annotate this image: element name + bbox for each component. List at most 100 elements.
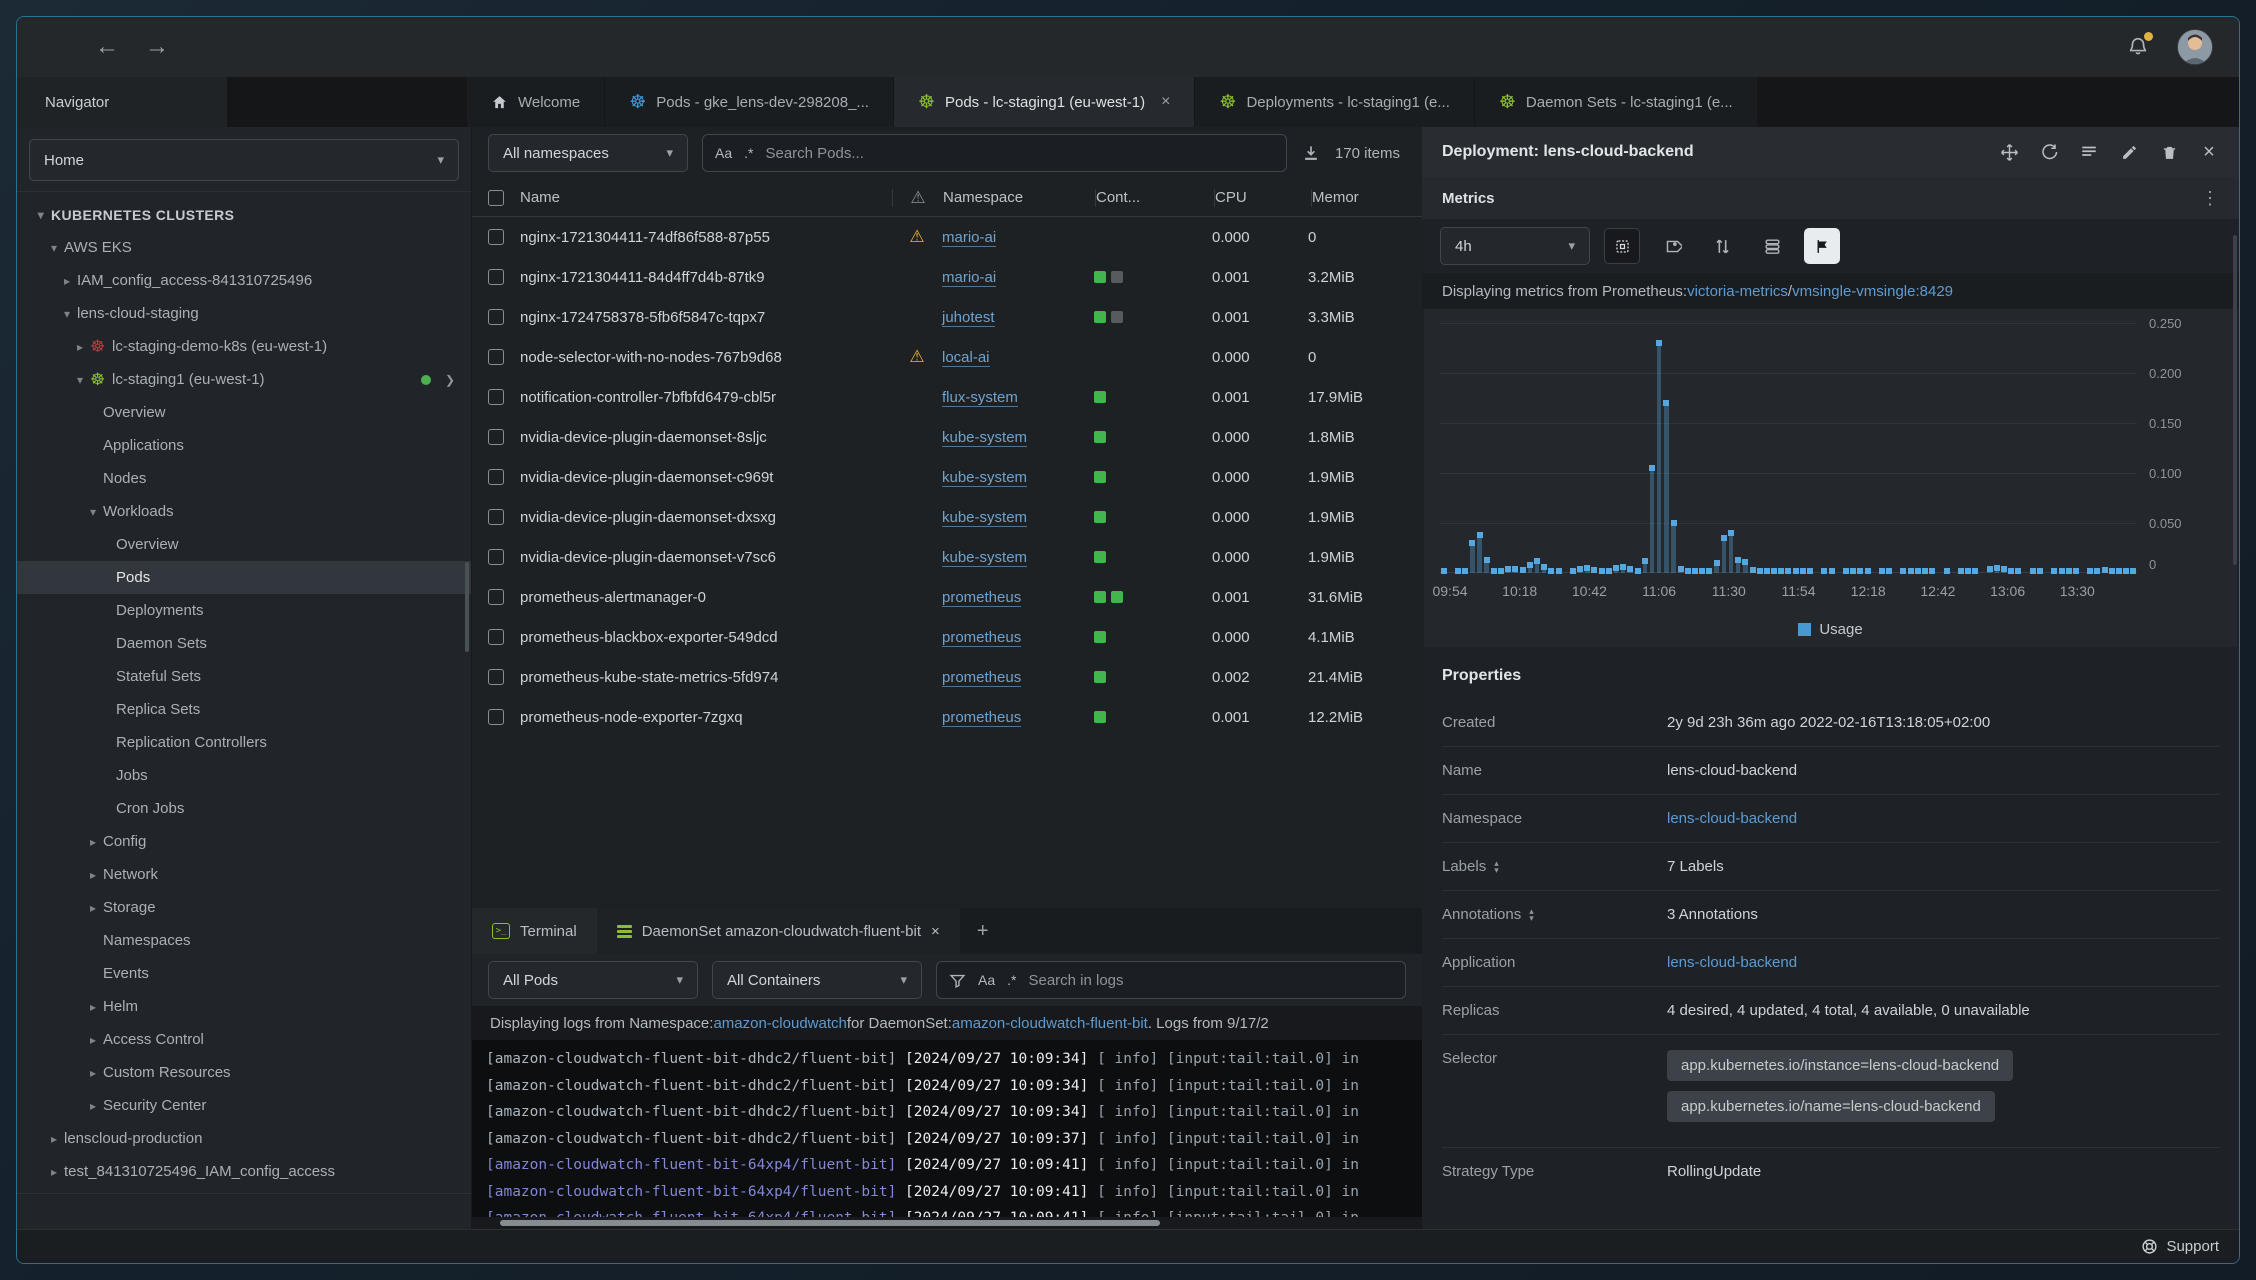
- sidebar-item-deployments[interactable]: Deployments: [17, 594, 471, 627]
- sidebar-item-storage[interactable]: ▸ Storage: [17, 891, 471, 924]
- tab-pods-lc-staging1-eu-west-1-[interactable]: ☸ Pods - lc-staging1 (eu-west-1) ×: [893, 77, 1196, 127]
- table-row[interactable]: nvidia-device-plugin-daemonset-8sljc kube…: [472, 417, 1422, 457]
- namespace-link[interactable]: prometheus: [942, 708, 1022, 727]
- tab-welcome[interactable]: Welcome: [467, 77, 606, 127]
- support-button[interactable]: Support: [2166, 1238, 2219, 1255]
- property-value-link[interactable]: lens-cloud-backend: [1667, 810, 2219, 827]
- row-checkbox[interactable]: [488, 549, 504, 565]
- column-header-name[interactable]: Name: [520, 189, 892, 206]
- download-icon[interactable]: [1301, 143, 1321, 163]
- table-row[interactable]: nvidia-device-plugin-daemonset-v7sc6 kube…: [472, 537, 1422, 577]
- close-tab-icon[interactable]: ×: [931, 923, 940, 940]
- sidebar-item-test-841310725496-iam-config-a[interactable]: ▸ test_841310725496_IAM_config_access: [17, 1155, 471, 1188]
- namespace-link[interactable]: kube-system: [942, 428, 1028, 447]
- table-row[interactable]: nginx-1724758378-5fb6f5847c-tqpx7 juhotes…: [472, 297, 1422, 337]
- sidebar-item-nodes[interactable]: Nodes: [17, 462, 471, 495]
- row-checkbox[interactable]: [488, 509, 504, 525]
- dock-tab-logs[interactable]: DaemonSet amazon-cloudwatch-fluent-bit ×: [596, 908, 960, 954]
- namespace-link[interactable]: juhotest: [942, 308, 995, 327]
- back-arrow-icon[interactable]: ←: [95, 33, 119, 61]
- column-header-cpu[interactable]: CPU: [1215, 189, 1311, 206]
- select-all-checkbox[interactable]: [488, 189, 504, 206]
- table-row[interactable]: prometheus-node-exporter-7zgxq prometheus…: [472, 697, 1422, 737]
- detail-scrollbar[interactable]: [2233, 235, 2237, 565]
- sidebar-item-pods[interactable]: Pods: [17, 561, 471, 594]
- warning-column-icon[interactable]: ⚠: [910, 188, 925, 207]
- row-checkbox[interactable]: [488, 429, 504, 445]
- column-header-memory[interactable]: Memor: [1312, 189, 1422, 206]
- containers-filter-select[interactable]: All Containers ▾: [712, 961, 922, 999]
- disk-stack-icon[interactable]: [1754, 228, 1790, 264]
- sidebar-item-lc-staging1-eu-west-1-[interactable]: ▾ ☸ lc-staging1 (eu-west-1) ❯: [17, 363, 471, 396]
- namespace-link[interactable]: prometheus: [942, 588, 1022, 607]
- dock-tab-terminal[interactable]: >_ Terminal: [472, 908, 597, 954]
- row-checkbox[interactable]: [488, 309, 504, 325]
- kebab-menu-icon[interactable]: ⋮: [2201, 188, 2219, 209]
- regex-icon[interactable]: .*: [744, 145, 753, 161]
- row-checkbox[interactable]: [488, 389, 504, 405]
- namespace-link[interactable]: local-ai: [942, 348, 990, 367]
- logs-search-input[interactable]: Aa .* Search in logs: [936, 961, 1406, 999]
- table-row[interactable]: node-selector-with-no-nodes-767b9d68 ⚠ loc…: [472, 337, 1422, 377]
- tag-metric-icon[interactable]: [1654, 228, 1690, 264]
- sidebar-item-lc-staging-demo-k8s-eu-west-1-[interactable]: ▸ ☸ lc-staging-demo-k8s (eu-west-1): [17, 330, 471, 363]
- sidebar-item-stateful-sets[interactable]: Stateful Sets: [17, 660, 471, 693]
- sidebar-item-aws-eks[interactable]: ▾ AWS EKS: [17, 231, 471, 264]
- delete-trash-icon[interactable]: [2159, 142, 2179, 162]
- edit-pencil-icon[interactable]: [2119, 142, 2139, 162]
- sidebar-view-select[interactable]: Home ▾: [29, 139, 459, 181]
- namespace-link[interactable]: mario-ai: [942, 268, 997, 287]
- row-checkbox[interactable]: [488, 629, 504, 645]
- row-checkbox[interactable]: [488, 469, 504, 485]
- notifications-bell-icon[interactable]: [2127, 32, 2153, 59]
- sidebar-item-local-kubeconfigs[interactable]: ▾Local Kubeconfigs: [17, 1188, 471, 1193]
- close-tab-icon[interactable]: ×: [1161, 93, 1170, 111]
- sidebar-item-lens-cloud-staging[interactable]: ▾ lens-cloud-staging: [17, 297, 471, 330]
- sort-toggle-icon[interactable]: ▴ ▾: [1529, 906, 1534, 922]
- sidebar-item-kubernetes-clusters[interactable]: ▾ KUBERNETES CLUSTERS: [17, 198, 471, 231]
- sidebar-item-custom-resources[interactable]: ▸ Custom Resources: [17, 1056, 471, 1089]
- regex-icon[interactable]: .*: [1007, 972, 1016, 988]
- sidebar-item-iam-config-access-841310725496[interactable]: ▸ IAM_config_access-841310725496: [17, 264, 471, 297]
- table-row[interactable]: nginx-1721304411-74df86f588-87p55 ⚠ mario-…: [472, 217, 1422, 257]
- row-checkbox[interactable]: [488, 229, 504, 245]
- sidebar-item-lenscloud-production[interactable]: ▸ lenscloud-production: [17, 1122, 471, 1155]
- sort-arrows-icon[interactable]: [1704, 228, 1740, 264]
- user-avatar[interactable]: [2177, 29, 2213, 65]
- sidebar-item-applications[interactable]: Applications: [17, 429, 471, 462]
- forward-arrow-icon[interactable]: →: [145, 33, 169, 61]
- filter-funnel-icon[interactable]: [949, 972, 966, 989]
- tab-deployments-lc-staging1-e-[interactable]: ☸ Deployments - lc-staging1 (e...: [1195, 77, 1475, 127]
- namespace-link[interactable]: kube-system: [942, 508, 1028, 527]
- sidebar-scrollbar[interactable]: [465, 562, 469, 652]
- table-row[interactable]: prometheus-alertmanager-0 prometheus 0.001…: [472, 577, 1422, 617]
- sidebar-item-events[interactable]: Events: [17, 957, 471, 990]
- sidebar-item-security-center[interactable]: ▸ Security Center: [17, 1089, 471, 1122]
- namespace-filter-select[interactable]: All namespaces ▾: [488, 134, 688, 172]
- tab-pods-gke-lens-dev-298208-[interactable]: ☸ Pods - gke_lens-dev-298208_...: [605, 77, 894, 127]
- table-row[interactable]: notification-controller-7bfbfd6479-cbl5r…: [472, 377, 1422, 417]
- sidebar-item-network[interactable]: ▸ Network: [17, 858, 471, 891]
- namespace-link[interactable]: prometheus: [942, 668, 1022, 687]
- new-dock-tab-button[interactable]: +: [960, 908, 1006, 954]
- row-checkbox[interactable]: [488, 669, 504, 685]
- daemonset-link[interactable]: amazon-cloudwatch-fluent-bit: [952, 1015, 1148, 1032]
- sidebar-item-jobs[interactable]: Jobs: [17, 759, 471, 792]
- move-icon[interactable]: [1999, 142, 2019, 162]
- sort-toggle-icon[interactable]: ▴ ▾: [1494, 858, 1499, 874]
- namespace-link[interactable]: amazon-cloudwatch: [713, 1015, 846, 1032]
- column-header-containers[interactable]: Cont...: [1096, 189, 1214, 206]
- sidebar-item-overview[interactable]: Overview: [17, 396, 471, 429]
- close-icon[interactable]: ×: [2199, 141, 2219, 163]
- sidebar-item-workloads[interactable]: ▾ Workloads: [17, 495, 471, 528]
- sidebar-item-cron-jobs[interactable]: Cron Jobs: [17, 792, 471, 825]
- match-case-icon[interactable]: Aa: [715, 145, 732, 161]
- row-checkbox[interactable]: [488, 349, 504, 365]
- refresh-icon[interactable]: [2039, 142, 2059, 162]
- sidebar-item-config[interactable]: ▸ Config: [17, 825, 471, 858]
- prometheus-service-link[interactable]: victoria-metrics: [1687, 283, 1788, 300]
- tab-daemon-sets-lc-staging1-e-[interactable]: ☸ Daemon Sets - lc-staging1 (e...: [1474, 77, 1758, 127]
- time-range-select[interactable]: 4h ▾: [1440, 227, 1590, 265]
- prometheus-endpoint-link[interactable]: vmsingle-vmsingle:8429: [1792, 283, 1953, 300]
- table-row[interactable]: prometheus-blackbox-exporter-549dcd prome…: [472, 617, 1422, 657]
